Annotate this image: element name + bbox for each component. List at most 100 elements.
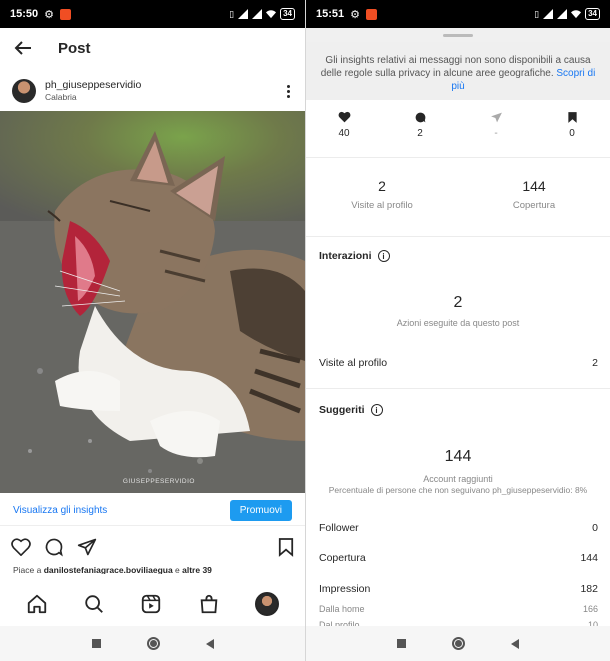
wifi-icon — [571, 10, 582, 19]
notification-icon — [60, 8, 72, 20]
likes-user[interactable]: danilostefaniagrace.boviliaegua — [44, 565, 173, 574]
metric-label: Follower — [319, 522, 359, 534]
discovery-title: Suggeriti i — [319, 404, 383, 416]
home-button[interactable] — [146, 637, 160, 650]
post-header: Post — [0, 28, 305, 68]
signal-icon — [557, 9, 568, 19]
metric-row: Follower 0 — [319, 522, 598, 534]
back-button[interactable] — [205, 638, 214, 649]
kpi-profile-visits: 2 Visite al profilo — [306, 178, 458, 218]
saves-count: 0 — [569, 128, 575, 139]
comment-icon — [415, 112, 425, 122]
avatar[interactable] — [12, 79, 36, 103]
kpi-row: 2 Visite al profilo 144 Copertura — [306, 178, 610, 218]
likes-count: 40 — [338, 128, 350, 139]
metric-value: 182 — [580, 583, 598, 595]
system-nav-bar — [306, 626, 610, 661]
shares-stat: - — [458, 110, 534, 150]
signal-icon — [543, 9, 554, 19]
battery-icon: 34 — [585, 8, 600, 20]
notification-icon — [366, 8, 378, 20]
comments-stat: 2 — [382, 110, 458, 150]
view-insights-link[interactable]: Visualizza gli insights — [13, 505, 107, 516]
interactions-value: 2 — [453, 294, 463, 311]
promote-button[interactable]: Promuovi — [229, 500, 292, 521]
signal-icon — [238, 9, 249, 19]
saves-stat: 0 — [534, 110, 610, 150]
interactions-summary: 2 Azioni eseguite da questo post — [306, 294, 610, 328]
divider — [306, 236, 610, 237]
kpi-value: 144 — [522, 178, 546, 194]
gear-icon: ⚙ — [350, 8, 361, 21]
interactions-title: Interazioni i — [319, 250, 390, 262]
share-icon — [490, 112, 502, 122]
metric-label: Copertura — [319, 552, 366, 564]
vibrate-icon: ▯ — [534, 8, 540, 19]
privacy-notice-text: Gli insights relativi ai messaggi non so… — [320, 55, 591, 79]
author-username[interactable]: ph_giuseppeservidio — [45, 79, 141, 91]
info-icon[interactable]: i — [370, 404, 383, 416]
home-button[interactable] — [452, 637, 465, 650]
metric-value: 144 — [580, 552, 598, 564]
kpi-label: Copertura — [512, 200, 556, 211]
status-bar: 15:50 ⚙ ▯ 34 — [0, 0, 305, 28]
kpi-value: 2 — [378, 178, 386, 194]
discovery-label: Account raggiunti — [423, 474, 493, 484]
post-screen: 15:50 ⚙ ▯ 34 Post ph_giuseppeservidio Ca… — [0, 0, 305, 661]
metric-label: Dalla home — [319, 604, 365, 614]
recents-button[interactable] — [91, 639, 101, 648]
vibrate-icon: ▯ — [229, 8, 235, 19]
more-icon[interactable] — [283, 84, 293, 98]
kpi-reach: 144 Copertura — [458, 178, 610, 218]
metric-label: Visite al profilo — [319, 357, 388, 369]
shares-count: - — [494, 128, 498, 139]
post-author[interactable]: ph_giuseppeservidio Calabria — [0, 75, 305, 107]
metric-row: Visite al profilo 2 — [319, 357, 598, 369]
signal-icon — [252, 9, 263, 19]
shop-icon[interactable] — [198, 593, 220, 615]
status-bar: 15:51 ⚙ ▯ 34 — [306, 0, 610, 28]
save-icon — [567, 111, 577, 123]
home-icon[interactable] — [26, 593, 48, 615]
status-time: 15:51 — [316, 8, 345, 20]
post-photo[interactable]: GIUSEPPESERVIDIO — [0, 111, 305, 493]
metric-label: Impression — [319, 583, 371, 595]
photo-watermark: GIUSEPPESERVIDIO — [122, 478, 195, 485]
wifi-icon — [266, 10, 277, 19]
back-arrow-icon[interactable] — [12, 37, 34, 59]
search-icon[interactable] — [83, 593, 105, 615]
metric-value: 0 — [592, 522, 598, 534]
author-location[interactable]: Calabria — [45, 91, 141, 103]
metric-row: Impression 182 — [319, 583, 598, 595]
likes-others[interactable]: altre 39 — [182, 565, 212, 574]
insights-row: Visualizza gli insights Promuovi — [0, 496, 305, 526]
likes-middle: e — [172, 565, 183, 574]
share-icon[interactable] — [77, 537, 97, 557]
likes-summary[interactable]: Piace a danilostefaniagrace.boviliaegua … — [13, 565, 297, 574]
profile-avatar-tab[interactable] — [255, 592, 280, 616]
back-button[interactable] — [511, 638, 519, 649]
system-nav-bar — [0, 626, 305, 661]
engagement-stats: 40 2 - 0 — [306, 110, 610, 150]
metric-row: Copertura 144 — [319, 552, 598, 564]
discovery-summary: 144 Account raggiunti Percentuale di per… — [306, 448, 610, 495]
section-title-text: Suggeriti — [319, 404, 365, 416]
discovery-sublabel: Percentuale di persone che non seguivano… — [328, 485, 588, 495]
heart-icon[interactable] — [11, 538, 31, 556]
comment-icon[interactable] — [44, 537, 64, 557]
metric-subrow: Dalla home 166 — [319, 604, 598, 614]
section-title-text: Interazioni — [319, 250, 372, 262]
reels-icon[interactable] — [140, 593, 162, 615]
discovery-value: 144 — [444, 448, 472, 465]
drag-handle[interactable] — [443, 34, 473, 37]
recents-button[interactable] — [397, 639, 406, 648]
post-actions — [0, 534, 305, 560]
info-icon[interactable]: i — [377, 250, 390, 262]
likes-prefix: Piace a — [13, 565, 44, 574]
privacy-notice: Gli insights relativi ai messaggi non so… — [306, 42, 610, 100]
gear-icon: ⚙ — [44, 8, 55, 21]
save-icon[interactable] — [278, 537, 294, 557]
likes-stat: 40 — [306, 110, 382, 150]
bottom-nav — [0, 582, 305, 626]
battery-icon: 34 — [280, 8, 295, 20]
